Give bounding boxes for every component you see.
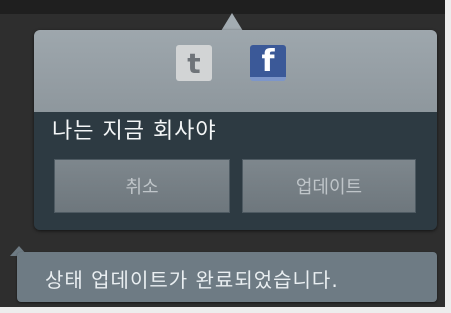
screen: t f 나는 지금 회사야 취소 업데이트 상태 업데이트가 완료되었습니다. <box>0 0 451 313</box>
toast-notification: 상태 업데이트가 완료되었습니다. <box>17 252 437 302</box>
status-message-text: 나는 지금 회사야 <box>52 119 217 144</box>
facebook-icon[interactable]: f <box>250 43 286 81</box>
facebook-glyph: f <box>261 43 275 79</box>
popup-caret <box>221 13 243 31</box>
twitter-icon[interactable]: t <box>176 45 212 81</box>
cancel-button[interactable]: 취소 <box>54 159 230 213</box>
bottom-edge <box>0 307 451 313</box>
update-button[interactable]: 업데이트 <box>242 159 416 213</box>
popup-header <box>34 30 437 112</box>
twitter-glyph: t <box>187 46 201 80</box>
right-edge <box>445 0 451 313</box>
top-edge <box>0 0 451 14</box>
toast-message: 상태 업데이트가 완료되었습니다. <box>45 268 339 292</box>
